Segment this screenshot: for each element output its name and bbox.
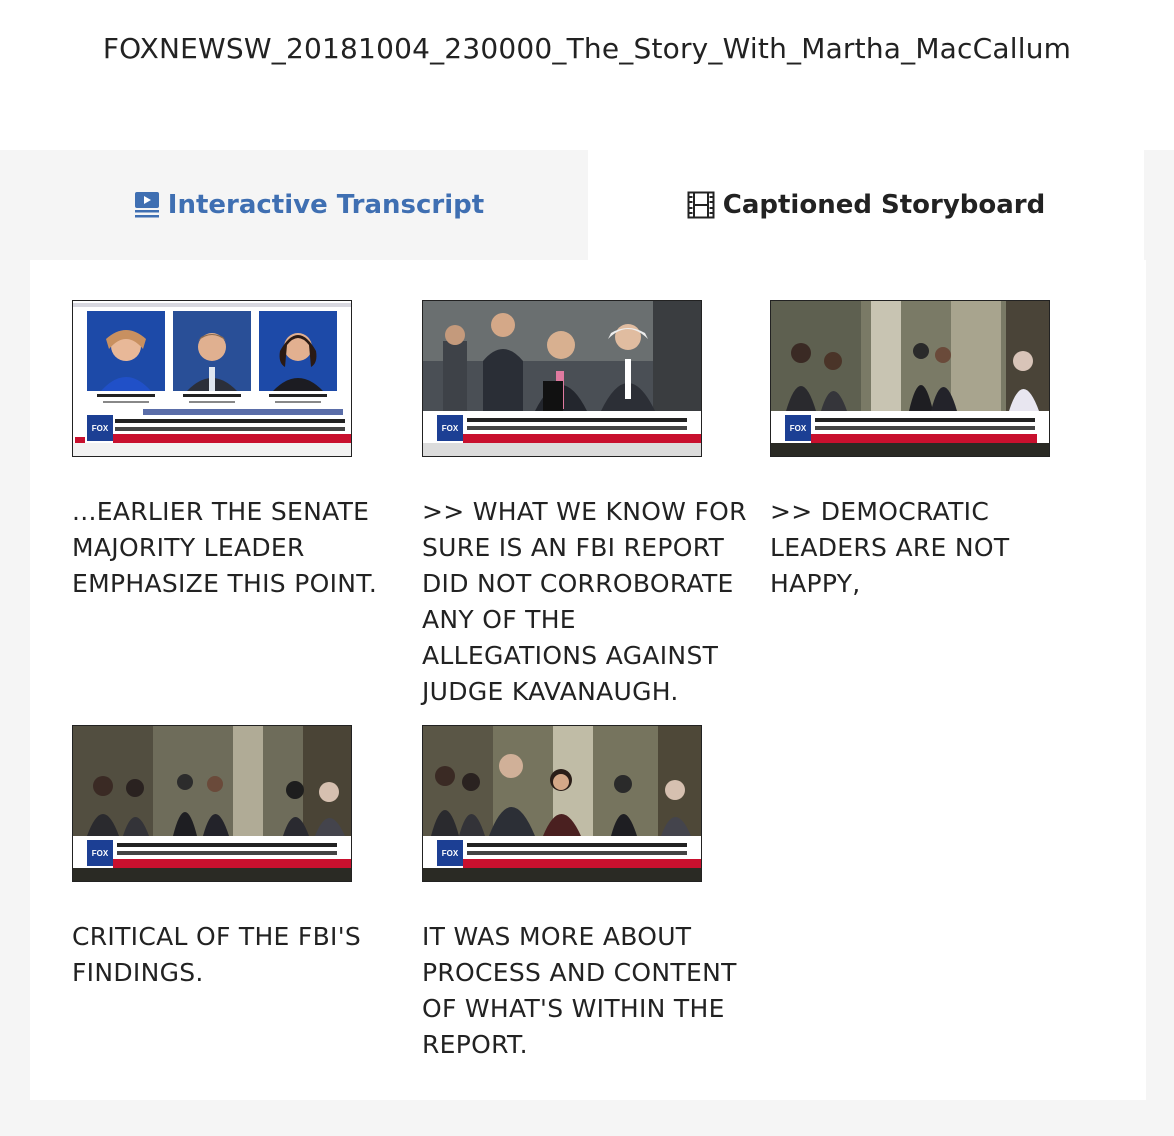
storyboard-item: FOX IT WAS MORE ABOUT PROCESS AND CONTEN… xyxy=(422,725,752,1065)
senate-majority-leader-podium-thumbnail[interactable]: FOX xyxy=(422,300,702,457)
storyboard-caption: ...EARLIER THE SENATE MAJORITY LEADER EM… xyxy=(72,497,378,598)
svg-text:FOX: FOX xyxy=(442,849,459,858)
capitol-hallway-press-thumbnail[interactable]: FOX xyxy=(770,300,1050,457)
storyboard-caption: IT WAS MORE ABOUT PROCESS AND CONTENT OF… xyxy=(422,922,737,1059)
tab-interactive-transcript[interactable]: Interactive Transcript xyxy=(30,150,588,260)
storyboard-grid: FOX ...EARLIER THE SENATE MAJORITY LEADE… xyxy=(30,260,1146,1100)
tab-captioned-storyboard-label: Captioned Storyboard xyxy=(722,190,1046,220)
tab-captioned-storyboard[interactable]: Captioned Storyboard xyxy=(588,150,1144,260)
svg-text:FOX: FOX xyxy=(442,424,459,433)
tab-interactive-transcript-label: Interactive Transcript xyxy=(167,190,485,220)
storyboard-caption: >> WHAT WE KNOW FOR SURE IS AN FBI REPOR… xyxy=(422,497,747,706)
capitol-hallway-reporters-thumbnail[interactable]: FOX xyxy=(72,725,352,882)
svg-text:FOX: FOX xyxy=(92,849,109,858)
storyboard-caption: CRITICAL OF THE FBI'S FINDINGS. xyxy=(72,922,362,987)
storyboard-caption: >> DEMOCRATIC LEADERS ARE NOT HAPPY, xyxy=(770,497,1010,598)
storyboard-item: FOX >> WHAT WE KNOW FOR SURE IS AN FBI R… xyxy=(422,300,752,710)
three-senators-headshots-thumbnail[interactable]: FOX xyxy=(72,300,352,457)
svg-text:FOX: FOX xyxy=(92,424,109,433)
page-header: FOXNEWSW_20181004_230000_The_Story_With_… xyxy=(0,0,1174,150)
transcript-panel: Interactive Transcript Captioned Storybo… xyxy=(0,150,1174,1136)
storyboard-item: FOX >> DEMOCRATIC LEADERS ARE NOT HAPPY, xyxy=(770,300,1100,610)
svg-text:FOX: FOX xyxy=(790,424,807,433)
film-strip-icon xyxy=(687,191,715,219)
page-title: FOXNEWSW_20181004_230000_The_Story_With_… xyxy=(102,32,1072,65)
storyboard-item: FOX CRITICAL OF THE FBI'S FINDINGS. xyxy=(72,725,402,1005)
storyboard-item: FOX ...EARLIER THE SENATE MAJORITY LEADE… xyxy=(72,300,402,610)
democratic-leaders-hallway-thumbnail[interactable]: FOX xyxy=(422,725,702,882)
video-transcript-icon xyxy=(134,191,160,219)
